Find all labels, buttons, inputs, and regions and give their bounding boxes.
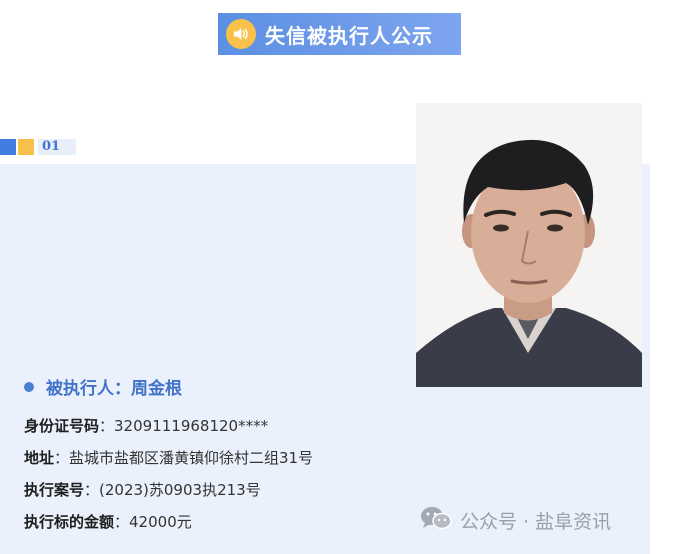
- page-title: 失信被执行人公示: [265, 23, 433, 48]
- speaker-icon: [226, 19, 256, 49]
- address-value: ：盐城市盐都区潘黄镇仰徐村二组31号: [54, 449, 314, 467]
- section-number: 01: [38, 138, 77, 155]
- id-number-row: 身份证号码：3209111968120****: [24, 415, 268, 436]
- bullet-dot: [24, 381, 34, 392]
- wechat-icon: [420, 505, 452, 536]
- id-number-label: 身份证号码: [24, 417, 100, 435]
- case-number-label: 执行案号: [24, 481, 85, 499]
- watermark-text: 公众号 · 盐阜资讯: [460, 511, 612, 533]
- address-label: 地址: [24, 449, 55, 467]
- section-marker: 01: [0, 138, 77, 155]
- amount-row: 执行标的金额：42000元: [24, 511, 192, 532]
- case-number-value: ：(2023)苏0903执213号: [84, 481, 261, 499]
- page: 失信被执行人公示 01 被执行人： 周金根 身份证号码：320911196812…: [0, 0, 678, 554]
- amount-label: 执行标的金额: [24, 513, 115, 531]
- person-name-row: 被执行人： 周金根: [24, 374, 182, 399]
- case-number-row: 执行案号：(2023)苏0903执213号: [24, 479, 261, 500]
- title-banner: 失信被执行人公示: [218, 13, 461, 55]
- marker-yellow-square: [18, 138, 34, 155]
- marker-blue-square: [0, 138, 16, 155]
- address-row: 地址：盐城市盐都区潘黄镇仰徐村二组31号: [24, 447, 313, 468]
- person-photo: [416, 103, 642, 387]
- watermark: 公众号 · 盐阜资讯: [420, 505, 611, 536]
- name-label: 被执行人：: [46, 379, 131, 399]
- amount-value: ：42000元: [114, 513, 192, 531]
- person-name: 周金根: [131, 379, 182, 399]
- id-number-value: ：3209111968120****: [99, 417, 269, 435]
